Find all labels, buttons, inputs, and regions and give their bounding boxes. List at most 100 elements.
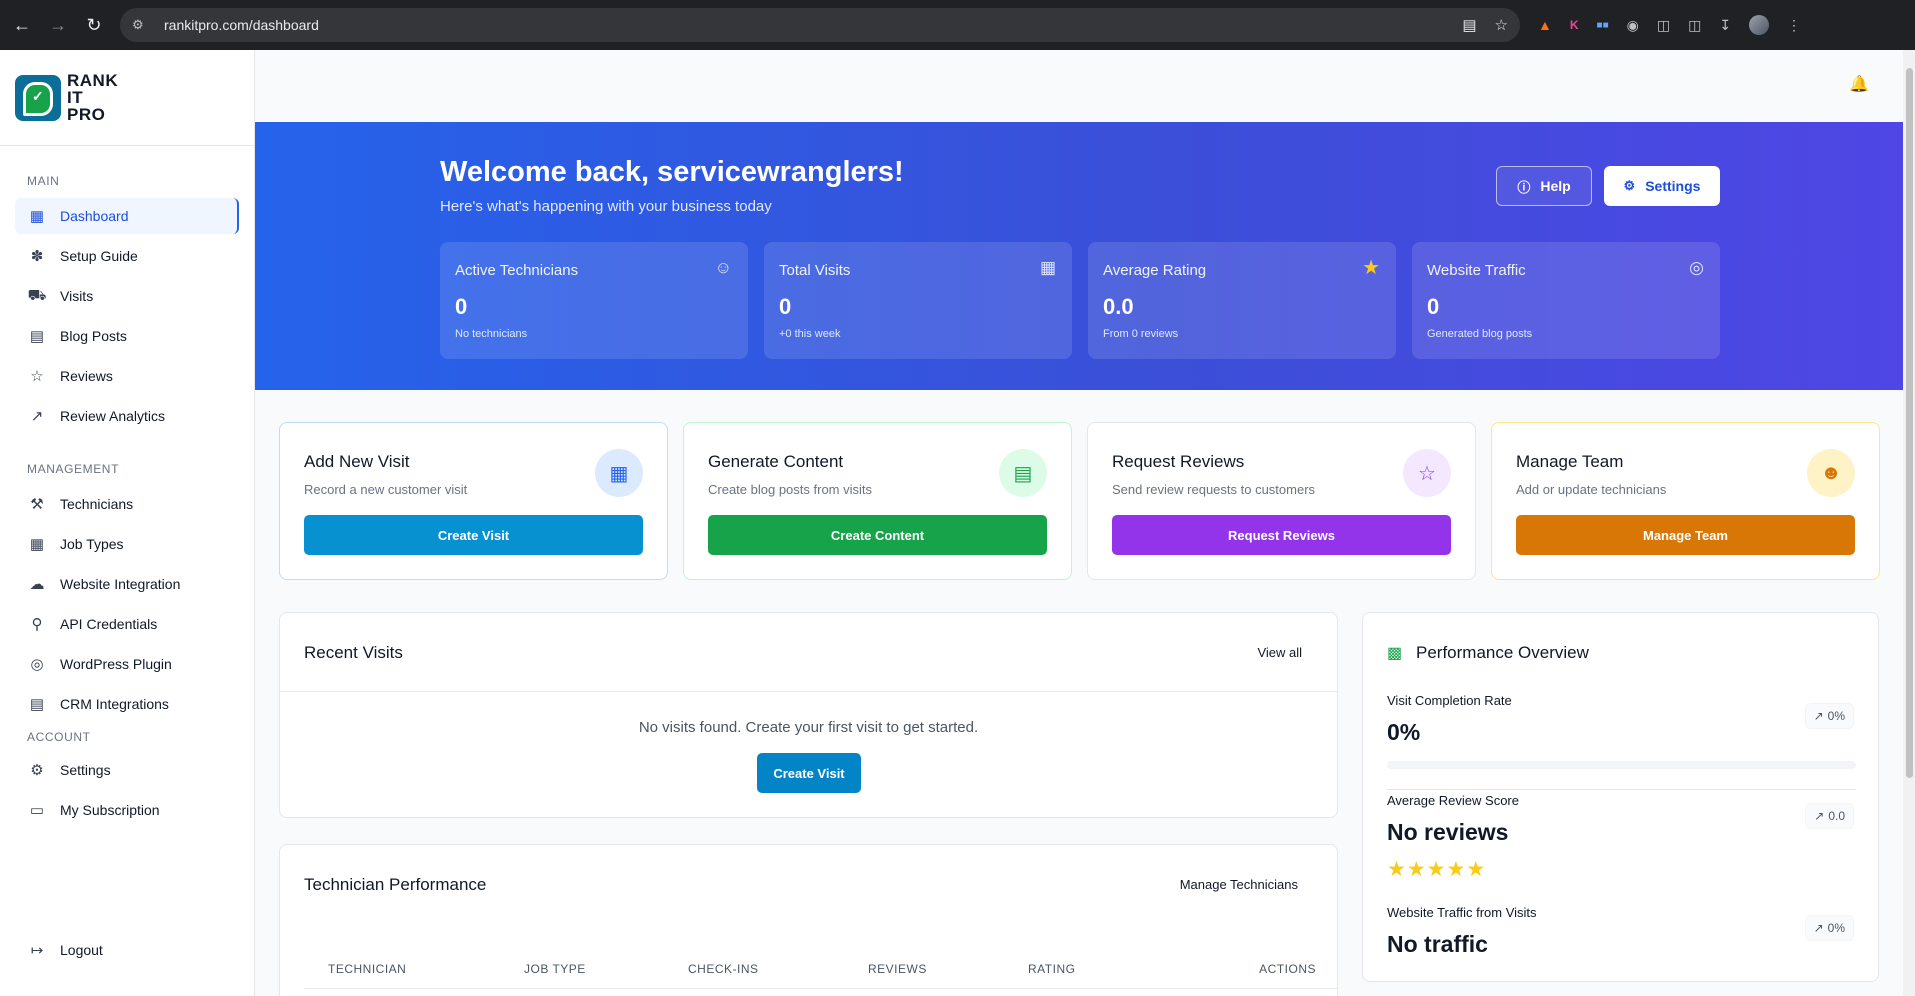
- logout-button[interactable]: ↦ Logout: [15, 932, 239, 968]
- manage-technicians-link[interactable]: Manage Technicians: [1180, 877, 1298, 892]
- install-app-icon[interactable]: ▤: [1462, 16, 1476, 34]
- sidebar-item-blog-posts[interactable]: ▤ Blog Posts: [15, 318, 239, 354]
- extensions-puzzle-icon[interactable]: ◫: [1657, 17, 1670, 34]
- request-reviews-button[interactable]: Request Reviews: [1112, 515, 1451, 555]
- rating-stars: ★★★★★: [1387, 857, 1486, 882]
- calendar-icon: ▦: [595, 449, 643, 497]
- logo-mark-icon: ✓: [15, 74, 61, 121]
- create-visit-button[interactable]: Create Visit: [304, 515, 643, 555]
- clipboard-icon: ▤: [29, 696, 45, 713]
- browser-toolbar: ← → ↻ ⚙ rankitpro.com/dashboard ▤ ☆ ▲ K …: [0, 0, 1915, 50]
- column-header-reviews[interactable]: REVIEWS: [868, 962, 927, 976]
- top-bar: 🔔: [255, 50, 1903, 122]
- dashboard-icon: ▦: [29, 208, 45, 225]
- lock-icon: ⚲: [31, 616, 43, 633]
- reload-icon[interactable]: ↻: [76, 7, 112, 43]
- download-icon[interactable]: ↧: [1719, 17, 1731, 34]
- sidebar-item-label: Settings: [60, 762, 111, 778]
- logout-label: Logout: [60, 942, 103, 958]
- sidebar-item-job-types[interactable]: ▦ Job Types: [15, 526, 239, 562]
- card-icon: ▭: [29, 802, 45, 819]
- recent-visits-panel: Recent Visits View all No visits found. …: [279, 612, 1338, 818]
- welcome-subtitle: Here's what's happening with your busine…: [440, 198, 772, 215]
- setup-icon: ✽: [30, 248, 44, 265]
- completion-progress-bar: [1387, 761, 1856, 769]
- help-button[interactable]: ⓘ Help: [1496, 166, 1592, 206]
- scrollbar-thumb[interactable]: [1906, 68, 1913, 778]
- stat-note: +0 this week: [779, 328, 841, 340]
- column-header-technician[interactable]: TECHNICIAN: [328, 962, 406, 976]
- star-icon: ★: [1446, 858, 1467, 881]
- sidebar-item-technicians[interactable]: ⚒ Technicians: [15, 486, 239, 522]
- address-bar[interactable]: ⚙ rankitpro.com/dashboard ▤ ☆: [120, 8, 1520, 42]
- extension-camera-icon[interactable]: ◉: [1627, 17, 1639, 34]
- star-icon: ★: [1362, 257, 1380, 279]
- sidebar-item-review-analytics[interactable]: ↗ Review Analytics: [15, 398, 239, 434]
- star-icon: ★: [1466, 858, 1487, 881]
- bookmark-star-icon[interactable]: ☆: [1495, 16, 1508, 34]
- file-icon: ▤: [29, 328, 45, 345]
- column-header-rating[interactable]: RATING: [1028, 962, 1075, 976]
- panel-title: Recent Visits: [304, 643, 403, 662]
- manage-team-button[interactable]: Manage Team: [1516, 515, 1855, 555]
- brand-logo[interactable]: ✓ RANK IT PRO: [0, 50, 254, 146]
- sidebar-item-dashboard[interactable]: ▦ Dashboard: [15, 198, 239, 234]
- sidebar-item-wordpress-plugin[interactable]: ◎ WordPress Plugin: [15, 646, 239, 682]
- stat-card-total-visits: Total Visits ▦ 0 +0 this week: [764, 242, 1072, 359]
- column-header-job-type[interactable]: JOB TYPE: [524, 962, 586, 976]
- side-panel-icon[interactable]: ◫: [1688, 17, 1701, 34]
- action-card-manage-team: Manage Team Add or update technicians ☻ …: [1491, 422, 1880, 580]
- empty-visits-message: No visits found. Create your first visit…: [638, 719, 979, 736]
- action-card-generate-content: Generate Content Create blog posts from …: [683, 422, 1072, 580]
- trend-value: 0%: [1827, 921, 1845, 935]
- url-text: rankitpro.com/dashboard: [164, 17, 319, 33]
- back-icon[interactable]: ←: [4, 7, 40, 43]
- trend-up-icon: ↗: [1813, 921, 1824, 935]
- stat-card-active-technicians: Active Technicians ☺ 0 No technicians: [440, 242, 748, 359]
- gear-icon: ⚙: [30, 762, 44, 779]
- forward-icon[interactable]: →: [40, 7, 76, 43]
- logout-icon: ↦: [30, 942, 44, 959]
- user-icon: ☺: [714, 258, 732, 277]
- sidebar-item-visits[interactable]: ⛟ Visits: [15, 278, 239, 314]
- sidebar-item-label: Website Integration: [60, 576, 181, 592]
- sidebar-item-settings[interactable]: ⚙ Settings: [15, 752, 239, 788]
- extension-blue-icon[interactable]: ■■: [1597, 20, 1609, 31]
- divider: [1387, 789, 1856, 790]
- column-header-actions[interactable]: ACTIONS: [1259, 962, 1316, 976]
- help-icon: ⓘ: [1517, 179, 1531, 195]
- view-all-link[interactable]: View all: [1257, 645, 1302, 660]
- action-card-add-visit: Add New Visit Record a new customer visi…: [279, 422, 668, 580]
- sidebar-item-setup-guide[interactable]: ✽ Setup Guide: [15, 238, 239, 274]
- stat-title: Active Technicians: [455, 262, 579, 279]
- create-content-button[interactable]: Create Content: [708, 515, 1047, 555]
- trend-up-icon: ↗: [1814, 809, 1825, 823]
- sidebar-item-website-integration[interactable]: ☁ Website Integration: [15, 566, 239, 602]
- sidebar-item-my-subscription[interactable]: ▭ My Subscription: [15, 792, 239, 828]
- notification-bell-icon[interactable]: 🔔: [1849, 74, 1869, 94]
- completion-rate-value: 0%: [1387, 719, 1421, 745]
- sidebar-item-api-credentials[interactable]: ⚲ API Credentials: [15, 606, 239, 642]
- settings-button[interactable]: ⚙ Settings: [1604, 166, 1720, 206]
- page-scrollbar[interactable]: [1903, 50, 1915, 996]
- site-info-icon[interactable]: ⚙: [132, 17, 154, 33]
- wrench-icon: ⚒: [30, 496, 44, 513]
- create-visit-button[interactable]: Create Visit: [757, 753, 861, 793]
- stat-title: Website Traffic: [1427, 262, 1526, 279]
- cloud-icon: ☁: [29, 576, 45, 593]
- star-icon: ★: [1406, 858, 1427, 881]
- column-header-check-ins[interactable]: CHECK-INS: [688, 962, 759, 976]
- sidebar-item-reviews[interactable]: ☆ Reviews: [15, 358, 239, 394]
- section-label-management: MANAGEMENT: [27, 462, 120, 476]
- action-title: Generate Content: [708, 452, 844, 471]
- profile-avatar[interactable]: [1749, 15, 1770, 35]
- traffic-label: Website Traffic from Visits: [1387, 905, 1537, 920]
- sidebar-item-label: Review Analytics: [60, 408, 166, 424]
- sidebar-item-crm-integrations[interactable]: ▤ CRM Integrations: [15, 686, 239, 722]
- browser-menu-icon[interactable]: ⋮: [1787, 17, 1801, 34]
- extension-k-icon[interactable]: K: [1570, 18, 1579, 32]
- action-desc: Record a new customer visit: [304, 482, 468, 497]
- car-icon: ⛟: [27, 286, 47, 304]
- gear-icon: ⚙: [1623, 178, 1636, 193]
- extension-orange-icon[interactable]: ▲: [1538, 17, 1552, 33]
